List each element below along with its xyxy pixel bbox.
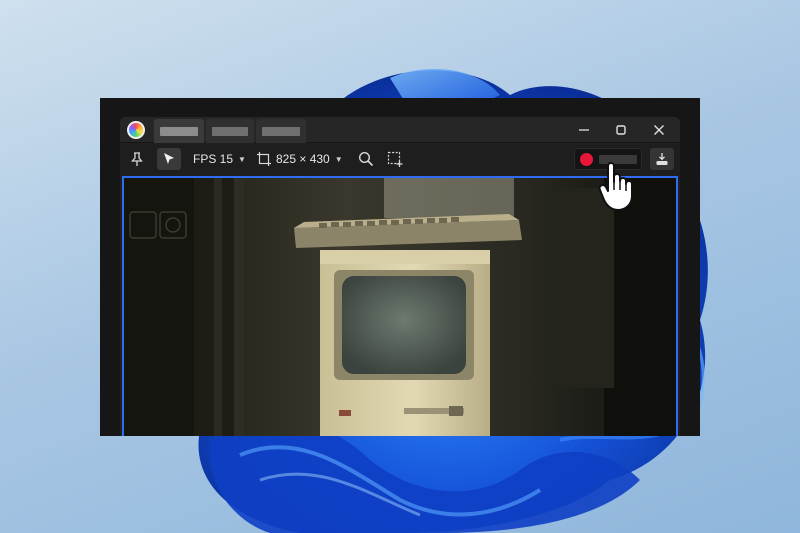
hand-cursor-icon xyxy=(598,162,633,211)
tab-3[interactable] xyxy=(256,119,306,143)
chevron-down-icon: ▼ xyxy=(238,154,246,164)
record-dot-icon xyxy=(580,153,593,166)
tab-label-placeholder xyxy=(262,127,300,136)
pin-icon xyxy=(131,152,143,166)
select-tool-button[interactable] xyxy=(157,148,181,170)
fps-label: FPS 15 xyxy=(193,152,234,166)
capture-size-dropdown[interactable]: 825 × 430 ▼ xyxy=(257,148,343,170)
tab-label-placeholder xyxy=(212,127,248,136)
cursor-arrow-icon xyxy=(164,153,174,164)
capture-region[interactable] xyxy=(122,176,678,436)
region-select-button[interactable] xyxy=(387,148,405,170)
capture-preview-image xyxy=(124,178,676,436)
pin-button[interactable] xyxy=(130,148,146,170)
download-icon xyxy=(656,153,668,165)
tab-2[interactable] xyxy=(206,119,254,143)
toolbar: FPS 15 ▼ 825 × 430 ▼ xyxy=(120,144,680,174)
app-logo-icon xyxy=(127,121,145,139)
close-icon xyxy=(654,125,664,135)
close-button[interactable] xyxy=(641,117,677,143)
maximize-button[interactable] xyxy=(603,117,639,143)
minimize-button[interactable] xyxy=(566,117,602,143)
chevron-down-icon: ▼ xyxy=(334,154,343,164)
minimize-icon xyxy=(579,129,589,131)
save-button[interactable] xyxy=(650,148,674,170)
tab-1[interactable] xyxy=(154,119,204,143)
capture-size-label: 825 × 430 xyxy=(276,152,330,166)
zoom-button[interactable] xyxy=(358,148,376,170)
region-select-icon xyxy=(387,151,403,167)
fps-dropdown[interactable]: FPS 15 ▼ xyxy=(193,148,246,170)
search-icon xyxy=(358,151,374,167)
title-bar[interactable] xyxy=(120,117,680,143)
capture-region-icon xyxy=(257,152,271,166)
tab-label-placeholder xyxy=(160,127,198,136)
maximize-icon xyxy=(616,125,626,135)
